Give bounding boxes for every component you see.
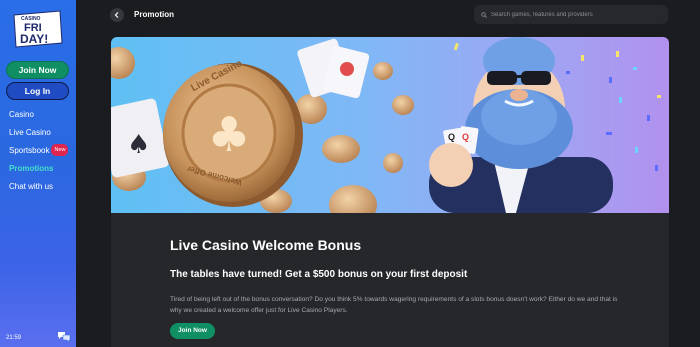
sidebar-item-sportsbook[interactable]: Sportsbook New	[9, 144, 69, 164]
svg-text:Q: Q	[448, 132, 455, 142]
promo-description: Tired of being left out of the bonus con…	[170, 296, 618, 314]
chevron-left-icon	[114, 12, 119, 18]
sidebar-item-chat[interactable]: Chat with us	[9, 182, 68, 200]
promo-banner-image: ♠ ♣ Live Casino Welcome Offer Q Q	[111, 37, 669, 213]
svg-text:♣: ♣	[207, 107, 250, 163]
sidebar: CASINO FRI DAY! Join Now Log In Casino L…	[0, 0, 76, 347]
log-in-button[interactable]: Log In	[6, 82, 69, 100]
svg-text:Q: Q	[462, 132, 469, 142]
search-icon	[481, 11, 487, 18]
svg-text:♠: ♠	[127, 130, 150, 160]
chat-icon[interactable]	[57, 331, 71, 343]
join-now-button[interactable]: Join Now	[6, 61, 69, 79]
sidebar-item-promotions[interactable]: Promotions	[9, 164, 68, 182]
page-title: Promotion	[134, 10, 174, 19]
promo-card: ♠ ♣ Live Casino Welcome Offer Q Q Live C…	[111, 37, 669, 347]
back-button[interactable]	[110, 8, 124, 22]
search-input[interactable]	[491, 11, 661, 18]
sidebar-nav: Casino Live Casino Sportsbook New Promoti…	[9, 110, 69, 200]
promo-title: Live Casino Welcome Bonus	[170, 237, 362, 253]
promo-subtitle: The tables have turned! Get a $500 bonus…	[170, 269, 468, 280]
logo-day-text: DAY!	[20, 32, 48, 46]
clock-time: 21:59	[6, 335, 22, 341]
sidebar-item-casino[interactable]: Casino	[9, 110, 68, 128]
promo-join-now-button[interactable]: Join Now	[170, 323, 215, 339]
casino-friday-logo[interactable]: CASINO FRI DAY!	[12, 9, 64, 49]
sidebar-item-label: Sportsbook	[9, 146, 50, 155]
new-badge: New	[51, 144, 69, 156]
search-bar[interactable]	[474, 5, 668, 24]
